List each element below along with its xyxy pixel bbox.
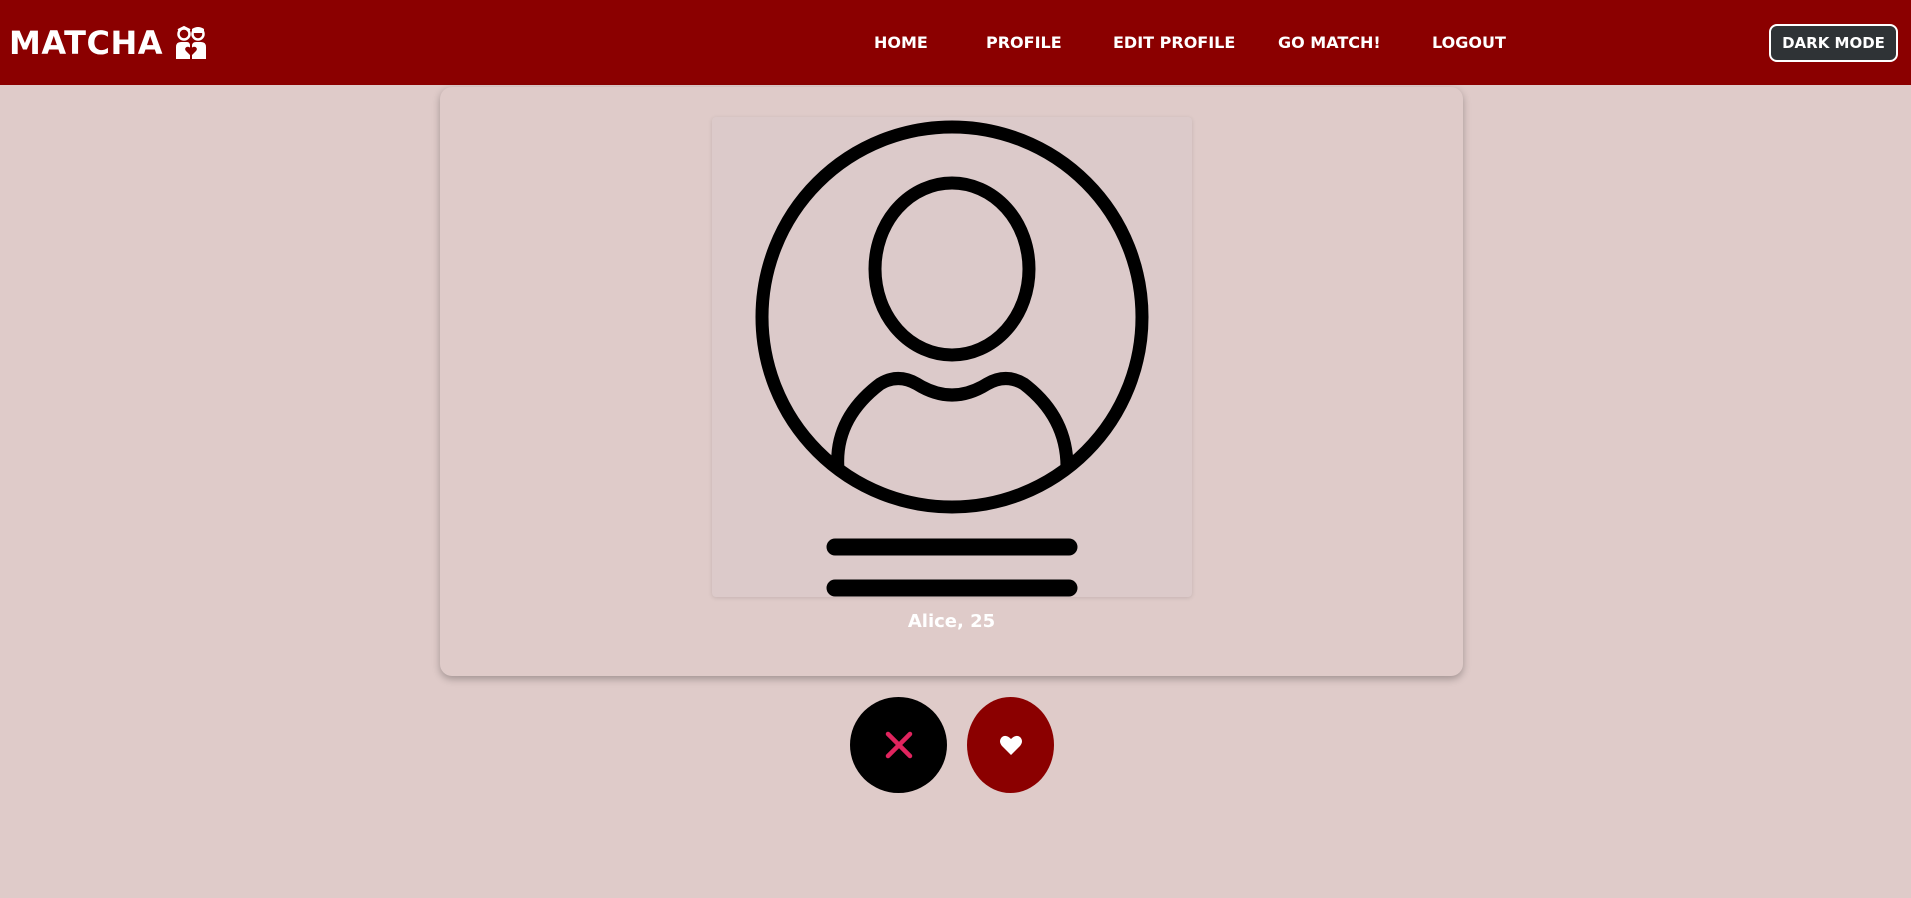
- heart-icon: [999, 735, 1022, 755]
- close-icon: [885, 731, 912, 759]
- dark-mode-button[interactable]: DARK MODE: [1769, 24, 1898, 62]
- couple-heart-icon: [175, 25, 207, 61]
- default-avatar-icon: [755, 120, 1149, 597]
- nav-go-match[interactable]: GO MATCH!: [1278, 33, 1381, 53]
- nav-logout[interactable]: LOGOUT: [1432, 33, 1506, 53]
- profile-card: Alice, 25: [440, 87, 1463, 676]
- like-button[interactable]: [967, 697, 1054, 793]
- reject-button[interactable]: [850, 697, 947, 793]
- brand-name: MATCHA: [9, 24, 163, 62]
- nav-home[interactable]: HOME: [874, 33, 928, 53]
- brand-logo[interactable]: MATCHA: [9, 20, 207, 66]
- profile-photo: [712, 117, 1192, 597]
- profile-name-age: Alice, 25: [907, 611, 996, 632]
- nav-edit-profile[interactable]: EDIT PROFILE: [1113, 33, 1235, 53]
- nav-profile[interactable]: PROFILE: [986, 33, 1062, 53]
- top-navbar: MATCHA HOME PROFILE EDIT PROFILE GO MATC…: [0, 0, 1911, 85]
